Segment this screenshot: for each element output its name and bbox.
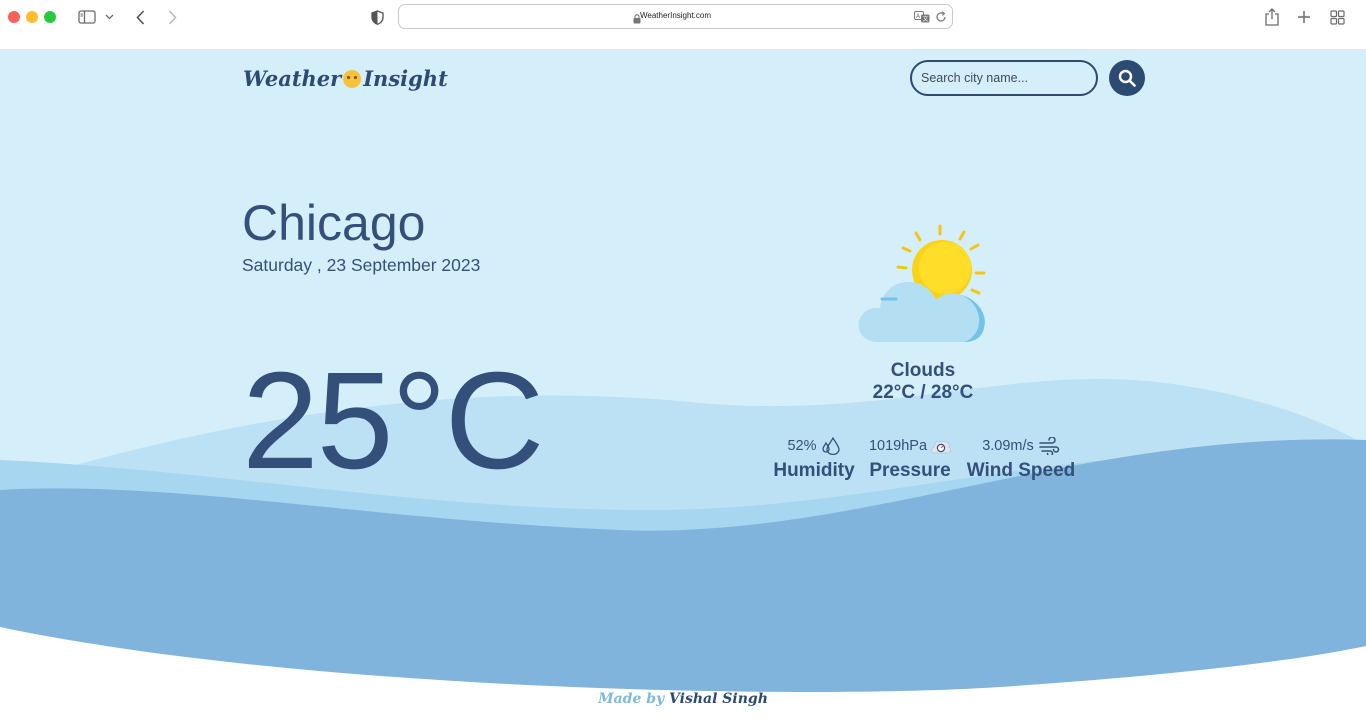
app-logo[interactable]: Weather Insight [243, 66, 448, 91]
tab-overview-icon[interactable] [1328, 6, 1346, 28]
humidity-stat: 52% Humidity [770, 437, 858, 482]
footer-made-by: Made by [598, 691, 665, 707]
svg-text:A: A [916, 13, 921, 20]
pressure-icon [931, 440, 951, 454]
humidity-label: Humidity [773, 460, 855, 481]
new-tab-icon[interactable] [1295, 6, 1313, 28]
search-button[interactable] [1109, 60, 1145, 96]
temperature-range: 22°C / 28°C [872, 382, 974, 403]
logo-text-left: Weather [243, 66, 342, 91]
humidity-value: 52% [787, 438, 817, 454]
share-icon[interactable] [1263, 6, 1281, 28]
url-text: WeatherInsight.com [640, 11, 711, 20]
browser-toolbar: WeatherInsight.com A文 [0, 0, 1366, 50]
sidebar-icon[interactable] [77, 6, 97, 28]
back-icon[interactable] [132, 6, 148, 28]
sun-face-icon [343, 69, 362, 88]
footer-credit: Made by Vishal Singh [0, 691, 1366, 707]
wind-stat: 3.09m/s Wind Speed [966, 437, 1076, 482]
pressure-stat: 1019hPa Pressure [866, 437, 954, 482]
footer-author[interactable]: Vishal Singh [669, 691, 768, 707]
pressure-value: 1019hPa [868, 438, 928, 454]
close-window-button[interactable] [8, 11, 20, 23]
address-bar[interactable]: WeatherInsight.com A文 [398, 4, 953, 29]
logo-text-right: Insight [363, 66, 448, 91]
zoom-window-button[interactable] [44, 11, 56, 23]
minimize-window-button[interactable] [26, 11, 38, 23]
humidity-icon [821, 437, 840, 455]
background-waves [0, 378, 1366, 718]
weather-page: Weather Insight Chicago Saturday , 23 Se… [0, 50, 1366, 718]
pressure-label: Pressure [869, 460, 951, 481]
partly-cloudy-icon [858, 224, 986, 342]
shield-icon[interactable] [369, 6, 385, 28]
city-name: Chicago [242, 195, 426, 251]
wind-label: Wind Speed [966, 460, 1076, 481]
wind-icon [1039, 437, 1060, 455]
wind-value: 3.09m/s [982, 438, 1034, 454]
search-input[interactable] [910, 60, 1098, 96]
translate-icon[interactable]: A文 [914, 10, 930, 28]
reload-icon[interactable] [935, 10, 947, 28]
current-date: Saturday , 23 September 2023 [242, 255, 481, 275]
weather-condition: Clouds [890, 360, 956, 381]
forward-icon[interactable] [164, 6, 180, 28]
search-icon [1118, 69, 1136, 87]
svg-text:文: 文 [923, 15, 929, 23]
current-temperature: 25°C [242, 344, 544, 498]
chevron-down-icon[interactable] [102, 6, 116, 28]
